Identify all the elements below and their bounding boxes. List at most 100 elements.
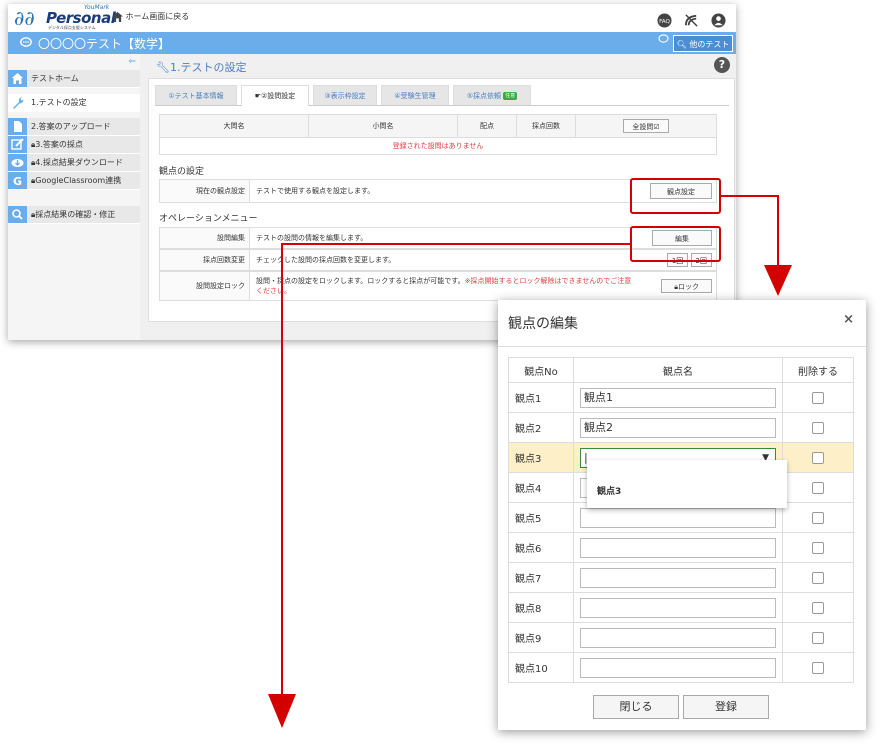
viewpoint-name-input[interactable] xyxy=(580,657,776,678)
arrow-head-edit xyxy=(268,694,296,728)
viewpoint-label: 現在の観点設定 xyxy=(160,180,250,202)
search-icon: 🔍︎ xyxy=(676,40,687,49)
delete-checkbox[interactable] xyxy=(812,511,824,524)
viewpoint-name-input[interactable]: 観点1 xyxy=(580,387,776,408)
sidebar-item-upload[interactable]: 2.答案のアップロード xyxy=(8,118,140,136)
sidebar-item-label: 🔒︎採点結果の確認・修正 xyxy=(31,210,116,219)
operation-row-lock: 設問設定ロック 設問・採点の設定をロックします。ロックすると採点が可能です。※採… xyxy=(159,271,717,301)
sidebar-item-label: 1.テストの設定 xyxy=(31,98,87,107)
collapse-arrow-icon[interactable]: ⇐ xyxy=(128,57,136,67)
sidebar-item-download[interactable]: 🔒︎4.採点結果ダウンロード xyxy=(8,154,140,172)
sidebar-item-label: 🔒︎4.採点結果ダウンロード xyxy=(31,158,123,167)
delete-checkbox[interactable] xyxy=(812,391,824,404)
tab-question-settings[interactable]: ☛②設問設定 xyxy=(241,85,309,106)
user-account-icon[interactable] xyxy=(711,13,726,28)
delete-checkbox[interactable] xyxy=(812,601,824,614)
table-row: 観点10 xyxy=(508,652,854,683)
sidebar-item-results[interactable]: 🔒︎採点結果の確認・修正 xyxy=(8,206,140,224)
register-button[interactable]: 登録 xyxy=(683,695,769,719)
dropdown-option[interactable]: 観点3 xyxy=(597,484,621,497)
col-header-minor: 小問名 xyxy=(308,114,458,138)
col-header-major: 大問名 xyxy=(159,114,309,138)
delete-checkbox[interactable] xyxy=(812,541,824,554)
col-header-delete: 削除する xyxy=(782,357,854,383)
other-test-button[interactable]: 🔍︎ 他のテスト xyxy=(673,35,733,52)
viewpoint-name-input[interactable] xyxy=(580,597,776,618)
operation-description: テストの設問の情報を編集します。 xyxy=(256,234,368,242)
question-table: 大問名 小問名 配点 採点回数 全設問☑ 登録された設問はありません xyxy=(159,114,717,155)
home-icon xyxy=(112,11,123,22)
viewpoint-no: 観点2 xyxy=(508,412,574,443)
viewpoint-name-input[interactable] xyxy=(580,567,776,588)
faq-icon[interactable]: FAQ xyxy=(657,13,672,28)
tab-display-frame[interactable]: ③表示枠設定 xyxy=(313,85,377,105)
sidebar-item-google-classroom[interactable]: G 🔒︎GoogleClassroom連携 xyxy=(8,172,140,190)
edit-button-highlight xyxy=(630,226,721,262)
notification-off-icon[interactable] xyxy=(684,13,699,28)
tab-bar: ①テスト基本情報 ☛②設問設定 ③表示枠設定 ④受験生管理 ⑤採点依頼 任意 xyxy=(155,83,729,106)
search-icon xyxy=(8,206,27,223)
page-title: 🔧︎1.テストの設定 xyxy=(156,61,247,74)
table-row: 観点6 xyxy=(508,532,854,563)
table-row: 観点7 xyxy=(508,562,854,593)
viewpoint-name-input[interactable]: 観点2 xyxy=(580,417,776,438)
edit-icon xyxy=(8,136,27,153)
sidebar-item-test-home[interactable]: テストホーム xyxy=(8,70,140,88)
viewpoint-name-input[interactable] xyxy=(580,537,776,558)
delete-checkbox[interactable] xyxy=(812,451,824,464)
sidebar-item-grading[interactable]: 🔒︎3.答案の採点 xyxy=(8,136,140,154)
viewpoint-no: 観点5 xyxy=(508,502,574,533)
app-window: ∂∂ YouMark Personal デジタル採点支援システム ホーム画面に戻… xyxy=(8,4,736,340)
document-icon xyxy=(8,118,27,135)
sidebar: ⇐ テストホーム 1.テストの設定 2.答案のアップロード 🔒︎3.答案の採点 … xyxy=(8,54,140,340)
operation-label: 設問設定ロック xyxy=(160,272,250,300)
viewpoint-no: 観点9 xyxy=(508,622,574,653)
lock-button-wrap: 🔒︎ロック xyxy=(661,279,712,293)
col-header-grading-count: 採点回数 xyxy=(516,114,576,138)
close-icon[interactable]: × xyxy=(843,312,854,327)
test-title-bar: 〇〇〇〇テスト【数学】 🔍︎ 他のテスト xyxy=(8,32,736,54)
google-icon: G xyxy=(8,172,27,189)
viewpoint-table: 観点No 観点名 削除する 観点1 観点1 観点2 観点2 観点3 | ▼ 観点4… xyxy=(508,357,854,683)
help-icon[interactable]: ? xyxy=(714,57,730,73)
delete-checkbox[interactable] xyxy=(812,421,824,434)
arrow-head-viewpoint xyxy=(764,265,792,296)
sidebar-item-label: テストホーム xyxy=(31,74,79,83)
logo-mark-icon: ∂∂ xyxy=(14,6,35,30)
viewpoint-description: テストで使用する観点を設定します。 xyxy=(256,187,375,195)
svg-text:G: G xyxy=(13,175,22,188)
viewpoint-no: 観点6 xyxy=(508,532,574,563)
tab-examinee-management[interactable]: ④受験生管理 xyxy=(381,85,449,105)
lock-button[interactable]: 🔒︎ロック xyxy=(661,279,712,293)
logo[interactable]: ∂∂ YouMark Personal デジタル採点支援システム xyxy=(14,4,116,30)
col-header-name: 観点名 xyxy=(573,357,783,383)
comment-icon[interactable] xyxy=(658,34,669,44)
viewpoint-no: 観点3 xyxy=(508,442,574,473)
tab-grading-request[interactable]: ⑤採点依頼 任意 xyxy=(453,85,531,105)
home-link[interactable]: ホーム画面に戻る xyxy=(112,11,189,22)
delete-checkbox[interactable] xyxy=(812,631,824,644)
viewpoint-no: 観点1 xyxy=(508,382,574,413)
empty-message: 登録された設問はありません xyxy=(159,137,717,155)
viewpoint-no: 観点8 xyxy=(508,592,574,623)
top-icons: FAQ xyxy=(650,10,726,29)
operation-label: 設問編集 xyxy=(160,228,250,248)
tab-basic-info[interactable]: ①テスト基本情報 xyxy=(155,85,237,105)
sidebar-item-test-settings[interactable]: 1.テストの設定 xyxy=(8,94,140,112)
col-header-all: 全設問☑ xyxy=(575,114,717,138)
viewpoint-heading: 観点の設定 xyxy=(159,167,205,177)
test-title: 〇〇〇〇テスト【数学】 xyxy=(38,37,171,51)
col-header-score: 配点 xyxy=(457,114,517,138)
col-header-no: 観点No xyxy=(508,357,574,383)
home-link-label: ホーム画面に戻る xyxy=(125,12,190,21)
close-button[interactable]: 閉じる xyxy=(593,695,679,719)
viewpoint-name-input[interactable] xyxy=(580,507,776,528)
table-row: 観点1 観点1 xyxy=(508,382,854,413)
viewpoint-name-input[interactable] xyxy=(580,627,776,648)
delete-checkbox[interactable] xyxy=(812,481,824,494)
all-questions-button[interactable]: 全設問☑ xyxy=(623,119,669,133)
delete-checkbox[interactable] xyxy=(812,571,824,584)
viewpoint-dropdown-list: 観点3 xyxy=(587,460,787,508)
delete-checkbox[interactable] xyxy=(812,661,824,674)
svg-text:FAQ: FAQ xyxy=(659,19,670,25)
